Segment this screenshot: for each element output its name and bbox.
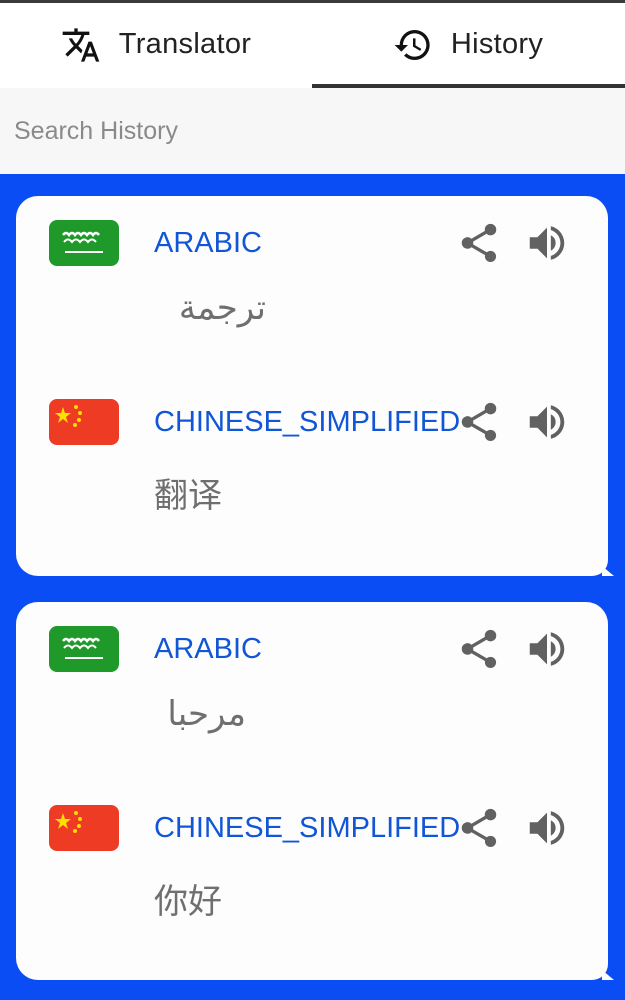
share-icon[interactable] xyxy=(456,805,502,851)
source-text: مرحبا xyxy=(167,695,246,733)
tab-bar: Translator History xyxy=(0,0,625,89)
source-row: ARABIC xyxy=(16,220,608,280)
target-row: CHINESE_SIMPLIFIED xyxy=(16,805,608,865)
target-row: CHINESE_SIMPLIFIED xyxy=(16,399,608,459)
speaker-icon[interactable] xyxy=(524,626,570,672)
source-language-label: ARABIC xyxy=(154,633,262,665)
tab-translator-label: Translator xyxy=(118,28,252,60)
tab-translator[interactable]: Translator xyxy=(0,3,312,86)
speaker-icon[interactable] xyxy=(524,220,570,266)
share-icon[interactable] xyxy=(456,220,502,266)
history-list[interactable]: ARABIC ترجمة CHINESE_SIMPLIFIED 翻译 ARABI… xyxy=(0,174,625,1000)
history-card[interactable]: ARABIC مرحبا CHINESE_SIMPLIFIED 你好 xyxy=(16,602,614,980)
saudi-arabia-flag xyxy=(49,626,119,672)
china-flag xyxy=(49,805,119,851)
saudi-arabia-flag xyxy=(49,220,119,266)
tab-history[interactable]: History xyxy=(312,3,624,86)
china-flag xyxy=(49,399,119,445)
source-language-label: ARABIC xyxy=(154,227,262,259)
target-language-label: CHINESE_SIMPLIFIED xyxy=(154,812,461,844)
search-history-input[interactable] xyxy=(0,88,625,174)
source-text: ترجمة xyxy=(178,289,266,327)
share-icon[interactable] xyxy=(456,626,502,672)
target-text: 你好 xyxy=(154,883,222,921)
share-icon[interactable] xyxy=(456,399,502,445)
target-text: 翻译 xyxy=(154,477,222,515)
speaker-icon[interactable] xyxy=(524,399,570,445)
translate-icon xyxy=(62,27,100,62)
history-icon xyxy=(394,29,430,60)
tab-history-label: History xyxy=(450,28,544,60)
source-row: ARABIC xyxy=(16,626,608,686)
target-language-label: CHINESE_SIMPLIFIED xyxy=(154,406,461,438)
history-card[interactable]: ARABIC ترجمة CHINESE_SIMPLIFIED 翻译 xyxy=(16,196,614,576)
speaker-icon[interactable] xyxy=(524,805,570,851)
